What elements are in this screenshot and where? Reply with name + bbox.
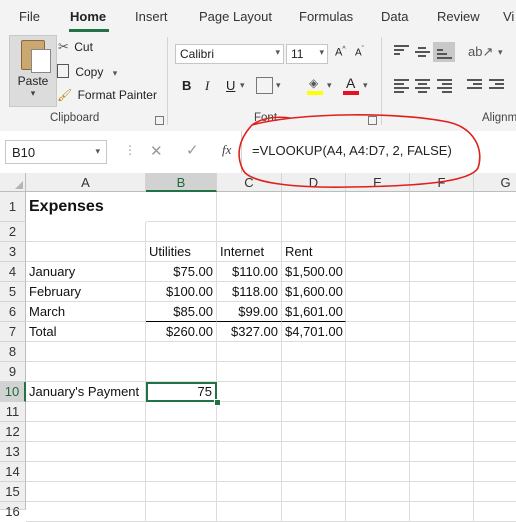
annotation-overlay — [238, 114, 481, 188]
annotation-circle — [238, 114, 481, 188]
